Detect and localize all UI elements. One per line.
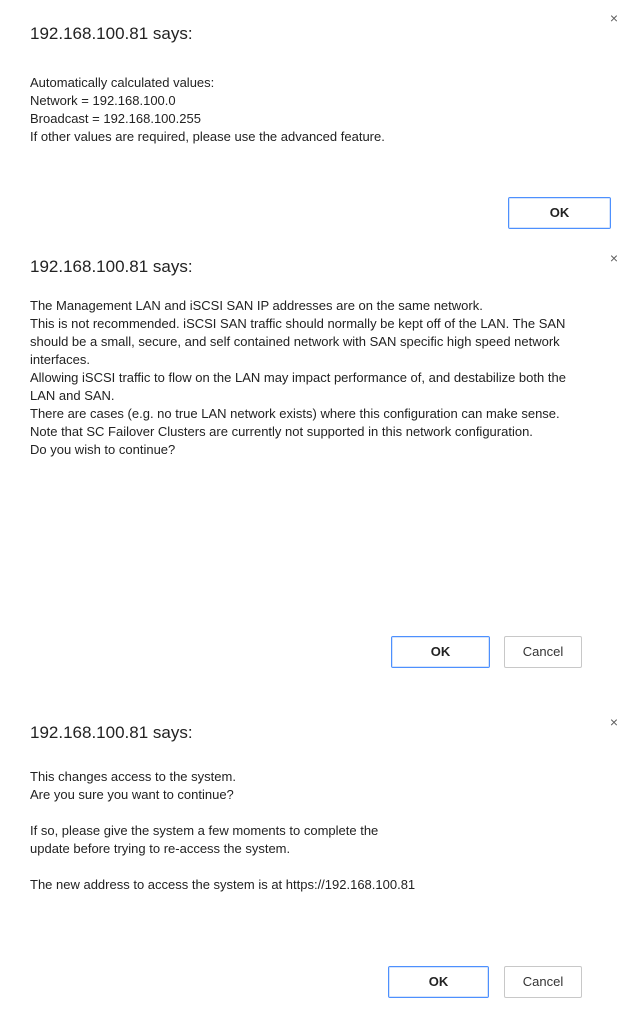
confirm-dialog-same-network: 192.168.100.81 says: × The Management LA… <box>0 240 626 688</box>
cancel-button[interactable]: Cancel <box>504 966 582 998</box>
close-icon[interactable]: × <box>608 11 620 25</box>
message-line: update before trying to re-access the sy… <box>30 841 291 856</box>
message-line: Allowing iSCSI traffic to flow on the LA… <box>30 370 566 403</box>
message-line: This is not recommended. iSCSI SAN traff… <box>30 316 566 367</box>
message-line: Note that SC Failover Clusters are curre… <box>30 424 533 439</box>
message-line: Are you sure you want to continue? <box>30 787 234 802</box>
message-line: Broadcast = 192.168.100.255 <box>30 111 201 126</box>
message-spacer <box>30 804 600 822</box>
dialog-message: This changes access to the system. Are y… <box>30 768 600 894</box>
ok-button[interactable]: OK <box>388 966 489 998</box>
message-line: If other values are required, please use… <box>30 129 385 144</box>
close-icon[interactable]: × <box>608 715 620 729</box>
confirm-dialog-access-change: 192.168.100.81 says: × This changes acce… <box>0 704 626 1010</box>
ok-button[interactable]: OK <box>508 197 611 229</box>
message-line: Automatically calculated values: <box>30 75 215 90</box>
dialog-title: 192.168.100.81 says: <box>30 24 193 43</box>
close-icon[interactable]: × <box>608 251 620 265</box>
dialog-title: 192.168.100.81 says: <box>30 723 193 742</box>
message-line: This changes access to the system. <box>30 769 236 784</box>
cancel-button[interactable]: Cancel <box>504 636 582 668</box>
message-line: The Management LAN and iSCSI SAN IP addr… <box>30 298 483 313</box>
message-line: Network = 192.168.100.0 <box>30 93 176 108</box>
message-line: There are cases (e.g. no true LAN networ… <box>30 406 560 421</box>
dialog-title: 192.168.100.81 says: <box>30 257 193 276</box>
message-line: If so, please give the system a few mome… <box>30 823 379 838</box>
dialog-message: Automatically calculated values: Network… <box>30 74 600 146</box>
message-line: Do you wish to continue? <box>30 442 176 457</box>
ok-button[interactable]: OK <box>391 636 490 668</box>
dialog-message: The Management LAN and iSCSI SAN IP addr… <box>30 297 590 459</box>
message-spacer <box>30 858 600 876</box>
message-line: The new address to access the system is … <box>30 877 416 892</box>
alert-dialog-network-values: 192.168.100.81 says: × Automatically cal… <box>0 0 626 238</box>
